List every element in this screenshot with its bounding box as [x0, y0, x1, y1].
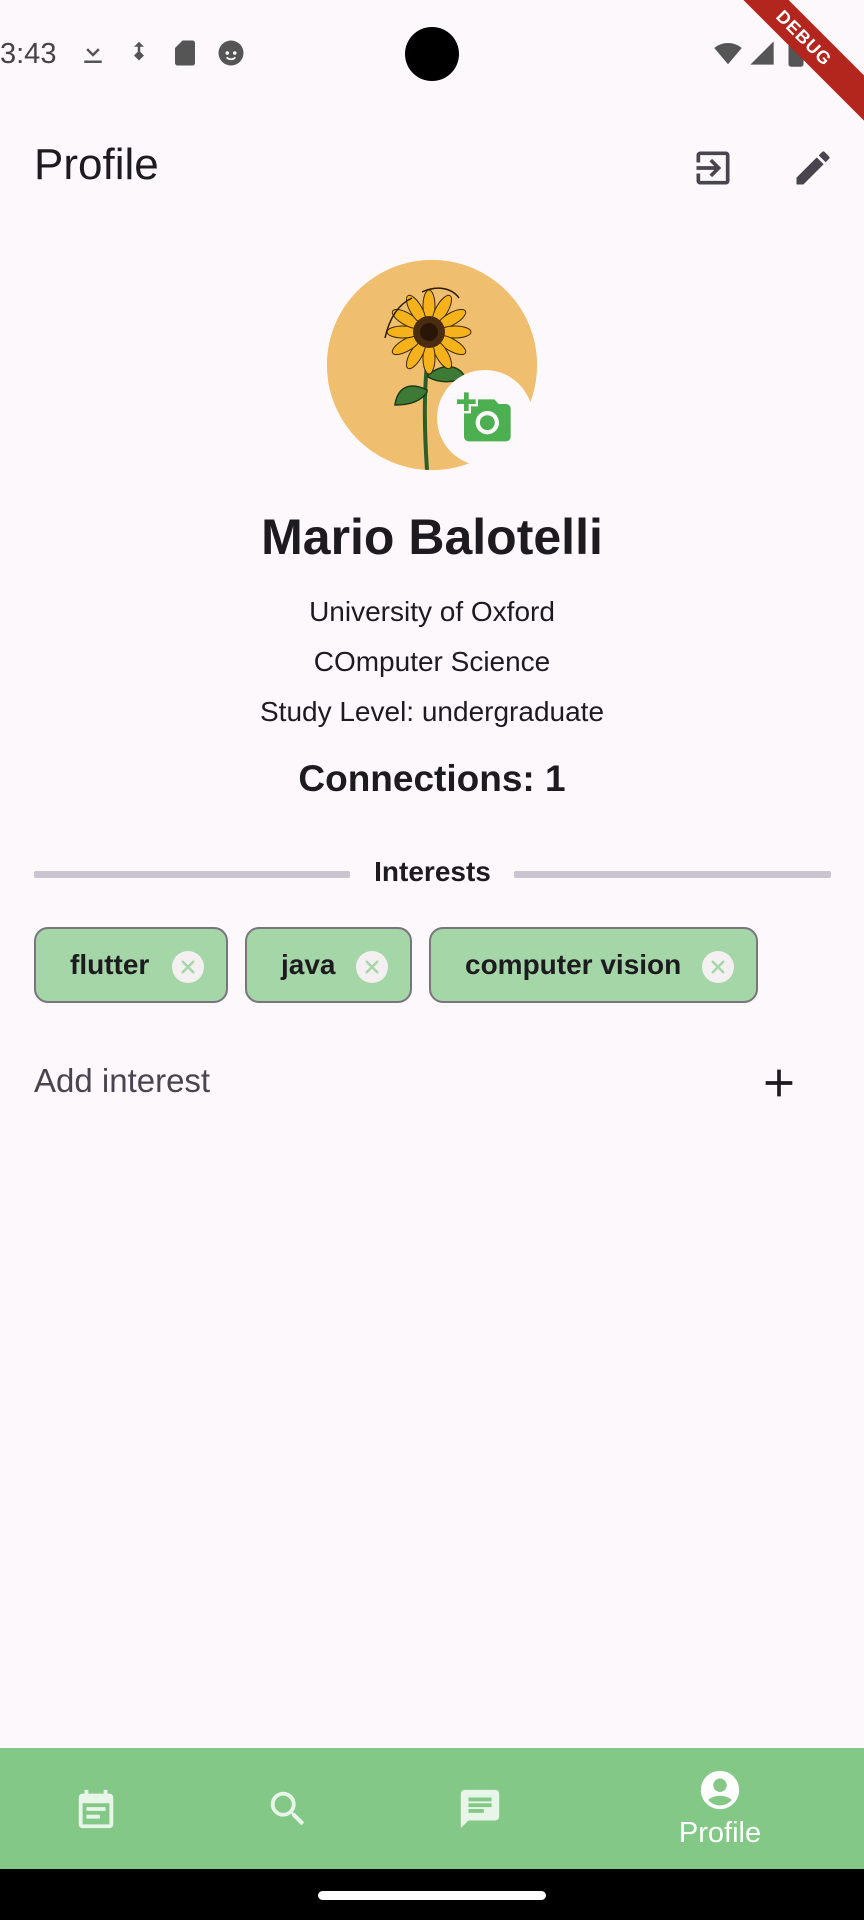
account-circle-icon: [700, 1770, 740, 1810]
status-bar: 3:43 DEBUG: [0, 0, 864, 135]
search-icon: [270, 1791, 305, 1825]
logout-icon: [696, 151, 730, 185]
bottom-navigation: Profile: [0, 1748, 864, 1869]
remove-chip-button[interactable]: [356, 951, 388, 983]
interest-chip[interactable]: java: [245, 927, 412, 1003]
profile-study-level: Study Level: undergraduate: [259, 696, 605, 727]
chat-icon: [460, 1789, 500, 1828]
close-icon: [365, 960, 379, 974]
sd-card-icon: [170, 38, 200, 68]
edit-profile-button[interactable]: [785, 140, 841, 196]
divider-line-right: [514, 871, 831, 878]
profile-university: University of Oxford: [309, 596, 555, 627]
nav-item-feed[interactable]: [0, 1748, 192, 1869]
interest-chip[interactable]: flutter: [34, 927, 228, 1003]
profile-course: COmputer Science: [313, 646, 551, 677]
remove-chip-button[interactable]: [702, 951, 734, 983]
interest-chip[interactable]: computer vision: [429, 927, 758, 1003]
add-interest-label[interactable]: Add interest: [34, 1062, 210, 1100]
chip-label: flutter: [70, 949, 150, 980]
face-icon: [216, 38, 246, 68]
nav-item-profile[interactable]: Profile: [624, 1748, 816, 1869]
edit-icon: [796, 151, 830, 185]
profile-connections: Connections: 1: [298, 758, 566, 799]
close-icon: [181, 960, 195, 974]
wifi-icon: [712, 38, 742, 68]
page-title: Profile: [34, 140, 159, 189]
home-gesture-handle[interactable]: [318, 1891, 546, 1900]
remove-chip-button[interactable]: [172, 951, 204, 983]
sd-card-alt-icon: [124, 38, 154, 68]
nav-label-profile: Profile: [678, 1817, 762, 1849]
plus-icon: [765, 1069, 793, 1097]
status-time: 3:43: [0, 38, 57, 70]
camera-cutout: [405, 27, 459, 81]
close-icon: [711, 960, 725, 974]
profile-name: Mario Balotelli: [261, 509, 603, 565]
signal-icon: [748, 38, 778, 68]
chip-label: java: [281, 949, 336, 980]
nav-item-chat[interactable]: [384, 1748, 576, 1869]
download-icon: [78, 38, 108, 68]
profile-screen: 3:43 DEBUG Profile Mario Balotelli Unive…: [0, 0, 864, 1920]
app-bar: Profile: [0, 120, 864, 212]
add-a-photo-icon: [457, 392, 511, 442]
interests-divider: Interests: [34, 856, 831, 892]
add-interest-button[interactable]: [754, 1058, 804, 1108]
avatar-container: [327, 260, 537, 470]
logout-button[interactable]: [685, 140, 741, 196]
chip-label: computer vision: [465, 949, 682, 980]
system-gesture-bar: [0, 1869, 864, 1920]
change-photo-button[interactable]: [437, 370, 533, 466]
feed-icon: [78, 1789, 114, 1828]
nav-item-search[interactable]: [192, 1748, 384, 1869]
